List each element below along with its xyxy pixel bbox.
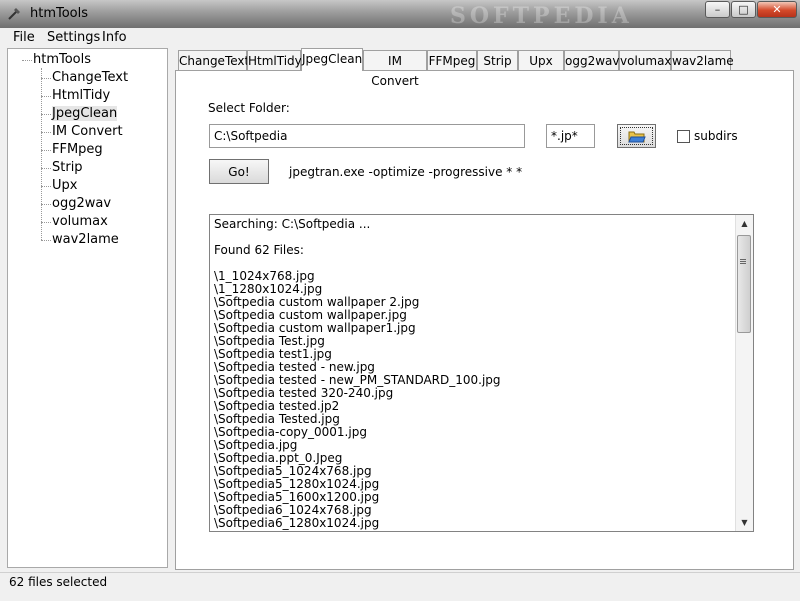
tree-root[interactable]: htmTools [33,52,91,67]
folder-input[interactable] [209,124,525,148]
window-title: htmTools [30,6,89,21]
output-line: \Softpedia6_1280x1024.jpg [214,516,380,530]
app-icon [8,8,20,20]
tree-item-changetext[interactable]: ChangeText [52,70,128,85]
tab-htmltidy[interactable]: HtmlTidy [247,50,302,70]
vertical-scrollbar[interactable]: ▲ ▼ [735,215,753,531]
scroll-down-icon[interactable]: ▼ [736,514,753,531]
output-lines: Searching: C:\Softpedia ... Found 62 File… [214,218,734,530]
title-bar[interactable]: SOFTPEDIA [0,0,800,29]
tool-tree[interactable]: htmTools ChangeText HtmlTidy JpegClean I… [7,48,168,568]
folder-icon [627,131,646,143]
tree-item-wav2lame[interactable]: wav2lame [52,232,119,247]
tab-ogg2wav[interactable]: ogg2wav [564,50,619,70]
subdirs-label: subdirs [694,129,738,143]
go-button[interactable]: Go! [209,159,269,184]
tree-connector [22,60,32,61]
tree-item-strip[interactable]: Strip [52,160,83,175]
minimize-button[interactable]: – [705,1,730,18]
tree-connector [41,68,42,240]
menu-settings[interactable]: Settings [47,30,100,45]
tab-changetext[interactable]: ChangeText [178,50,249,70]
tree-item-im-convert[interactable]: IM Convert [52,124,123,139]
tree-item-ogg2wav[interactable]: ogg2wav [52,196,111,211]
tree-item-htmltidy[interactable]: HtmlTidy [52,88,110,103]
scroll-grip-icon [740,259,746,260]
output-line: Searching: C:\Softpedia ... [214,217,371,231]
status-text: 62 files selected [9,575,108,589]
tab-upx[interactable]: Upx [518,50,564,70]
tab-im-convert[interactable]: IM Convert [363,50,427,88]
watermark: SOFTPEDIA [450,3,633,29]
tab-strip-tool[interactable]: Strip [477,50,518,70]
scroll-up-icon[interactable]: ▲ [736,215,753,232]
menu-info[interactable]: Info [102,30,127,45]
tree-item-upx[interactable]: Upx [52,178,77,193]
subdirs-checkbox[interactable] [677,130,690,143]
tab-ffmpeg[interactable]: FFMpeg [427,50,477,70]
tree-item-jpegclean[interactable]: JpegClean [52,106,118,121]
tab-jpegclean[interactable]: JpegClean [301,48,363,71]
tab-wav2lame[interactable]: wav2lame [671,50,734,70]
menu-file[interactable]: File [13,30,35,45]
status-bar [0,572,800,601]
output-log[interactable]: Searching: C:\Softpedia ... Found 62 File… [209,214,754,532]
browse-folder-button[interactable] [617,124,656,148]
close-button[interactable]: ✕ [757,1,797,18]
tree-item-volumax[interactable]: volumax [52,214,108,229]
command-text: jpegtran.exe -optimize -progressive * * [289,165,523,179]
maximize-button[interactable]: □ [731,1,756,18]
select-folder-label: Select Folder: [208,101,290,115]
scroll-thumb[interactable] [737,235,751,333]
tab-strip: ChangeText HtmlTidy JpegClean IM Convert… [176,48,796,88]
tab-volumax[interactable]: volumax [619,50,672,70]
tree-item-ffmpeg[interactable]: FFMpeg [52,142,103,157]
file-filter-input[interactable] [546,124,595,148]
output-line: Found 62 Files: [214,243,304,257]
